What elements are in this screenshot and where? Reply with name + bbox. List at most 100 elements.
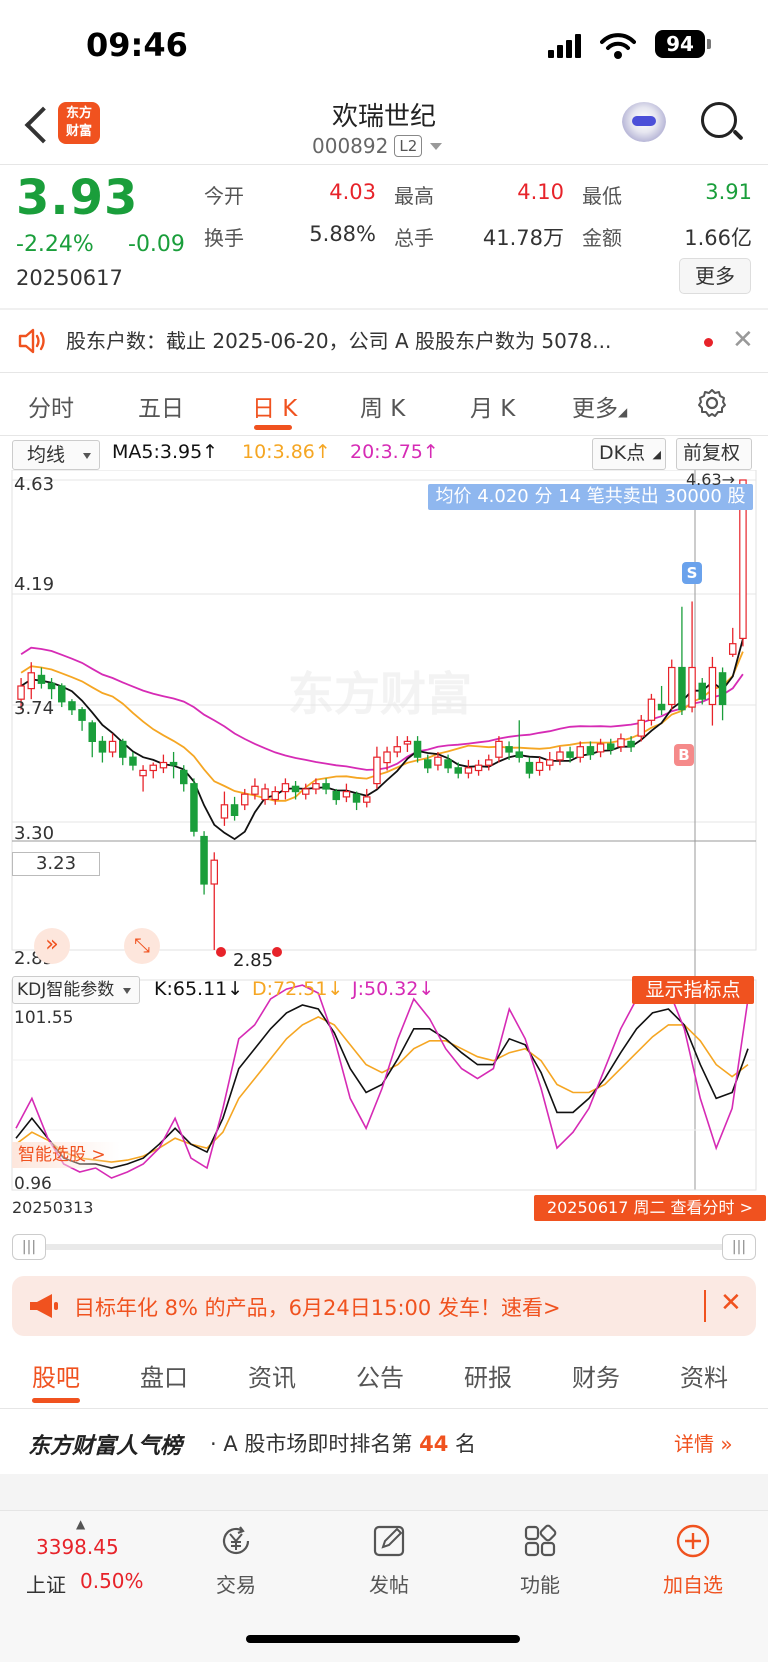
tab-intraday[interactable]: 分时 <box>28 389 74 423</box>
chevron-down-icon <box>123 988 131 994</box>
more-quote-button[interactable]: 更多 <box>679 258 751 294</box>
candle-body <box>495 740 503 758</box>
tab-weekly-k[interactable]: 周 K <box>360 389 405 423</box>
kdj-select[interactable]: KDJ智能参数 <box>12 976 140 1004</box>
change-amount: -0.09 <box>128 232 185 257</box>
watermark: 东方财富 <box>288 667 472 721</box>
status-time: 09:46 <box>86 26 188 64</box>
candle-body <box>37 674 46 684</box>
candle-body <box>322 783 330 790</box>
fullscreen-icon[interactable]: ⤡ <box>124 928 160 964</box>
caret-up-icon: ▲ <box>76 1517 86 1531</box>
candle-body <box>180 769 188 785</box>
candle-body <box>515 751 523 758</box>
settings-gear-icon[interactable] <box>697 388 727 418</box>
tab-more-label: 更多 <box>572 396 618 422</box>
high-label: 最高 <box>394 184 434 208</box>
candle-body <box>586 746 595 756</box>
tab-five-day[interactable]: 五日 <box>138 389 184 423</box>
divider <box>0 1408 768 1409</box>
stock-code-row[interactable]: 000892 L2 <box>312 134 443 158</box>
tab-more[interactable]: 更多◢ <box>572 389 627 423</box>
candle-body <box>159 761 168 769</box>
promo-banner[interactable]: 目标年化 8% 的产品，6月24日15:00 发车！速看> ✕ <box>12 1276 756 1336</box>
tab-announcements[interactable]: 公告 <box>356 1358 404 1393</box>
price-tick: 3.74 <box>14 698 55 719</box>
nav-post[interactable]: 发帖 <box>349 1569 429 1598</box>
low-marker-dot <box>216 947 226 957</box>
candle-body <box>57 685 66 703</box>
stock-code: 000892 <box>312 134 389 158</box>
index-value[interactable]: 3398.45 <box>36 1535 119 1559</box>
price-tick: 3.30 <box>14 823 55 844</box>
chart-scrollbar[interactable]: ||| ||| <box>12 1234 756 1260</box>
assistant-robot-icon[interactable] <box>622 102 666 142</box>
close-icon[interactable]: ✕ <box>720 1288 742 1318</box>
dk-point-button[interactable]: DK点 ◢ <box>592 438 666 470</box>
scroll-handle-left[interactable]: ||| <box>12 1234 46 1260</box>
candle-body <box>302 788 310 795</box>
divider <box>0 164 768 165</box>
view-intraday-button[interactable]: 20250617 周二 查看分时 > <box>534 1195 766 1221</box>
tab-research[interactable]: 研报 <box>464 1358 512 1393</box>
tab-profile[interactable]: 资料 <box>680 1358 728 1393</box>
ma-select[interactable]: 均线 <box>12 440 100 470</box>
candle-body <box>505 746 513 753</box>
candle-body <box>68 701 76 711</box>
amount-label: 金额 <box>582 226 622 250</box>
adjust-button[interactable]: 前复权 <box>676 438 752 470</box>
candle-body <box>647 698 656 721</box>
active-tab-indicator <box>254 425 292 430</box>
tab-pankou[interactable]: 盘口 <box>140 1358 188 1393</box>
show-indicator-points-button[interactable]: 显示指标点 <box>632 976 754 1004</box>
expand-right-icon[interactable]: » <box>34 928 70 964</box>
rank-detail-link[interactable]: 详情 » <box>674 1428 733 1457</box>
open-value: 4.03 <box>329 180 376 204</box>
candle-body <box>230 804 239 816</box>
tab-finance[interactable]: 财务 <box>572 1358 620 1393</box>
tab-daily-k[interactable]: 日 K <box>252 389 297 423</box>
speaker-icon <box>18 328 45 354</box>
low-marker-dot <box>272 947 282 957</box>
rank-number: 44 <box>419 1432 449 1456</box>
tab-guba[interactable]: 股吧 <box>32 1358 80 1393</box>
active-tab-indicator <box>32 1398 80 1403</box>
nav-add-watchlist[interactable]: 加自选 <box>653 1569 733 1598</box>
close-icon[interactable]: ✕ <box>732 326 754 354</box>
candle-body <box>210 859 219 885</box>
popularity-rank-row[interactable]: 东方财富人气榜 · A 股市场即时排名第 44 名 详情 » <box>0 1410 768 1474</box>
kline-chart[interactable]: 东方财富 <box>0 470 768 1210</box>
kdj-d-value: D:72.51↓ <box>252 978 344 1000</box>
search-icon[interactable] <box>701 102 737 138</box>
date-axis-start: 20250313 <box>12 1198 94 1217</box>
post-edit-icon <box>373 1525 405 1557</box>
candle-body <box>373 756 381 785</box>
candle-body <box>78 709 86 721</box>
candle-body <box>678 666 686 711</box>
cursor-price-label: 3.23 <box>12 852 100 876</box>
trade-yen-icon <box>222 1526 250 1555</box>
notice-bar[interactable]: 股东户数：截止 2025-06-20，公司 A 股股东户数为 5078... ✕ <box>0 310 768 372</box>
high-value: 4.10 <box>517 180 564 204</box>
ma20-value: 20:3.75↑ <box>350 441 439 463</box>
tab-monthly-k[interactable]: 月 K <box>470 389 515 423</box>
candle-body <box>627 740 635 748</box>
nav-trade[interactable]: 交易 <box>196 1569 276 1598</box>
candle-body <box>708 666 717 706</box>
sell-point-badge[interactable]: S <box>682 562 702 584</box>
candle-body <box>139 769 147 777</box>
nav-functions[interactable]: 功能 <box>500 1569 580 1598</box>
info-tabs: 股吧 盘口 资讯 公告 研报 财务 资料 <box>0 1346 768 1406</box>
candle-body <box>667 666 676 706</box>
scroll-handle-right[interactable]: ||| <box>722 1234 756 1260</box>
kdj-j-value: J:50.32↓ <box>352 978 435 1000</box>
tab-news[interactable]: 资讯 <box>248 1358 296 1393</box>
section-gap <box>0 1474 768 1510</box>
level2-badge: L2 <box>394 135 423 157</box>
candle-body <box>596 743 605 753</box>
smart-pick-button[interactable]: 智能选股 > <box>12 1142 120 1168</box>
buy-point-badge[interactable]: B <box>674 744 694 766</box>
candle-body <box>688 666 696 708</box>
candle-body <box>474 764 483 772</box>
candle-body <box>637 719 645 737</box>
